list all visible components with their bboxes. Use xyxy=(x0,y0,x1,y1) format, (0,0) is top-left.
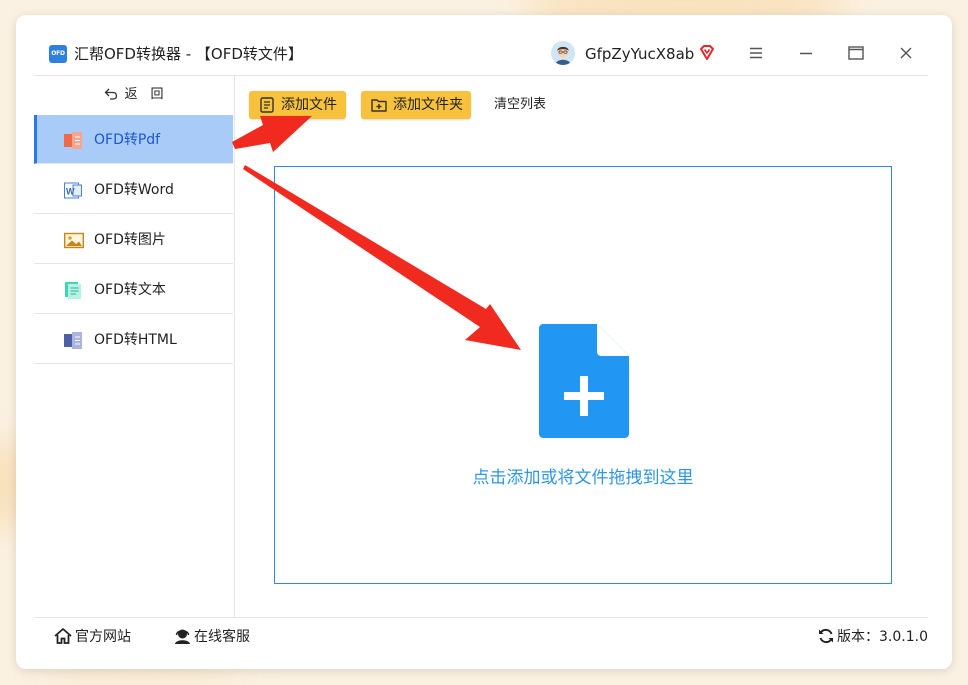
home-icon xyxy=(54,628,72,644)
back-button[interactable]: 返 回 xyxy=(34,76,234,114)
image-icon xyxy=(64,232,84,249)
maximize-icon[interactable] xyxy=(846,43,866,63)
close-icon[interactable] xyxy=(896,43,916,63)
sidebar-item-label: OFD转HTML xyxy=(94,332,177,348)
svg-text:W: W xyxy=(66,187,75,197)
sidebar-item-ofd-to-text[interactable]: OFD转文本 xyxy=(34,265,233,314)
sidebar-item-label: OFD转Word xyxy=(94,182,174,198)
sidebar-item-label: OFD转Pdf xyxy=(94,132,161,148)
diamond-icon[interactable] xyxy=(698,44,716,62)
back-arrow-icon xyxy=(105,88,118,100)
add-folder-button[interactable]: 添加文件夹 xyxy=(361,91,471,119)
add-file-button[interactable]: 添加文件 xyxy=(249,91,346,119)
online-service-label: 在线客服 xyxy=(194,629,250,645)
sidebar: 返 回 OFD转Pdf W OFD转Word OFD转图片 OFD转文本 OFD… xyxy=(34,76,235,617)
sidebar-item-label: OFD转图片 xyxy=(94,232,166,248)
sidebar-item-ofd-to-word[interactable]: W OFD转Word xyxy=(34,165,233,214)
minimize-icon[interactable] xyxy=(796,43,816,63)
sidebar-item-ofd-to-pdf[interactable]: OFD转Pdf xyxy=(34,115,233,164)
html-icon xyxy=(64,332,82,349)
folder-plus-icon xyxy=(371,99,387,112)
sidebar-item-label: OFD转文本 xyxy=(94,282,166,298)
official-site-link[interactable]: 官方网站 xyxy=(54,618,131,658)
menu-icon[interactable] xyxy=(746,43,766,63)
file-list-icon xyxy=(260,97,274,113)
add-file-label: 添加文件 xyxy=(281,97,337,113)
version-label: 版本：3.0.1.0 xyxy=(837,629,928,645)
sidebar-item-ofd-to-image[interactable]: OFD转图片 xyxy=(34,215,233,264)
app-title: 汇帮OFD转换器 - 【OFD转文件】 xyxy=(74,45,303,63)
app-window: OFD 汇帮OFD转换器 - 【OFD转文件】 GfpZyYucX8ab 返 回… xyxy=(16,15,952,669)
online-service-link[interactable]: 在线客服 xyxy=(174,618,250,658)
add-document-icon xyxy=(539,324,629,438)
red-arrow-to-add-file xyxy=(232,116,312,152)
word-icon: W xyxy=(64,182,82,199)
version-info[interactable]: 版本：3.0.1.0 xyxy=(818,618,928,658)
username[interactable]: GfpZyYucX8ab xyxy=(585,45,694,63)
add-folder-label: 添加文件夹 xyxy=(393,97,463,113)
avatar[interactable] xyxy=(551,41,575,65)
avatar-icon xyxy=(551,41,575,65)
app-logo-icon: OFD xyxy=(49,45,67,63)
status-bar: 官方网站 在线客服 版本：3.0.1.0 xyxy=(34,617,928,658)
pdf-icon xyxy=(64,132,82,149)
back-label: 返 回 xyxy=(124,87,164,102)
file-drop-zone[interactable]: 点击添加或将文件拖拽到这里 xyxy=(274,166,892,584)
clear-list-button[interactable]: 清空列表 xyxy=(494,91,546,119)
refresh-icon xyxy=(819,628,834,644)
text-icon xyxy=(65,282,81,299)
title-bar: OFD 汇帮OFD转换器 - 【OFD转文件】 GfpZyYucX8ab xyxy=(34,15,928,76)
official-site-label: 官方网站 xyxy=(75,629,131,645)
sidebar-item-ofd-to-html[interactable]: OFD转HTML xyxy=(34,315,233,364)
headset-icon xyxy=(175,629,190,644)
drop-zone-hint: 点击添加或将文件拖拽到这里 xyxy=(472,468,694,488)
